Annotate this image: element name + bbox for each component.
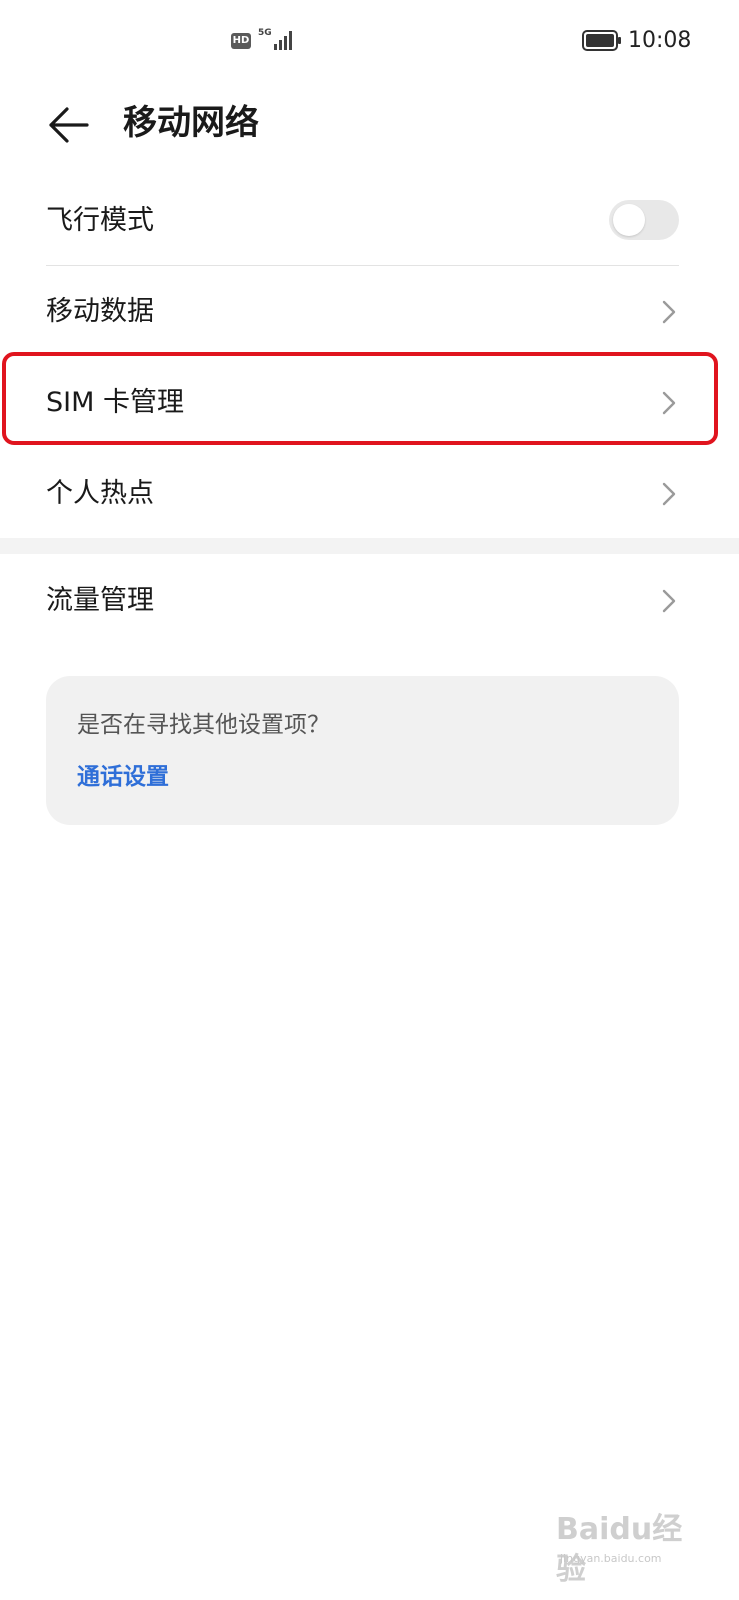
call-settings-link[interactable]: 通话设置 <box>77 761 169 793</box>
mobile-data-label: 移动数据 <box>46 296 154 327</box>
signal-icon <box>274 31 292 50</box>
watermark: Baidu经验 jingyan.baidu.com <box>556 1500 706 1587</box>
sim-management-row[interactable]: SIM 卡管理 <box>0 358 739 448</box>
airplane-mode-toggle[interactable] <box>609 200 679 240</box>
back-button[interactable] <box>40 100 96 150</box>
chevron-right-icon <box>662 482 676 506</box>
header: 移动网络 <box>0 80 739 170</box>
hd-badge: HD <box>231 33 251 49</box>
status-bar: HD 5G 10:08 <box>0 0 739 80</box>
airplane-mode-label: 飞行模式 <box>46 205 154 236</box>
mobile-data-row[interactable]: 移动数据 <box>0 267 739 357</box>
section-separator <box>0 538 739 554</box>
divider <box>46 265 679 266</box>
data-usage-label: 流量管理 <box>46 585 154 616</box>
arrow-left-icon <box>49 107 89 143</box>
page-title: 移动网络 <box>123 103 259 143</box>
chevron-right-icon <box>662 300 676 324</box>
watermark-logo: Baidu经验 <box>556 1512 683 1587</box>
watermark-site: jingyan.baidu.com <box>560 1552 662 1565</box>
suggestion-question: 是否在寻找其他设置项？ <box>77 712 330 738</box>
chevron-right-icon <box>662 391 676 415</box>
status-time: 10:08 <box>628 28 692 53</box>
data-usage-row[interactable]: 流量管理 <box>0 556 739 646</box>
suggestion-card: 是否在寻找其他设置项？ 通话设置 <box>46 676 679 825</box>
chevron-right-icon <box>662 589 676 613</box>
airplane-mode-row[interactable]: 飞行模式 <box>0 176 739 266</box>
hotspot-row[interactable]: 个人热点 <box>0 449 739 539</box>
battery-icon <box>582 30 621 51</box>
sim-management-label: SIM 卡管理 <box>46 387 184 418</box>
toggle-knob <box>613 204 645 236</box>
hotspot-label: 个人热点 <box>46 478 154 509</box>
